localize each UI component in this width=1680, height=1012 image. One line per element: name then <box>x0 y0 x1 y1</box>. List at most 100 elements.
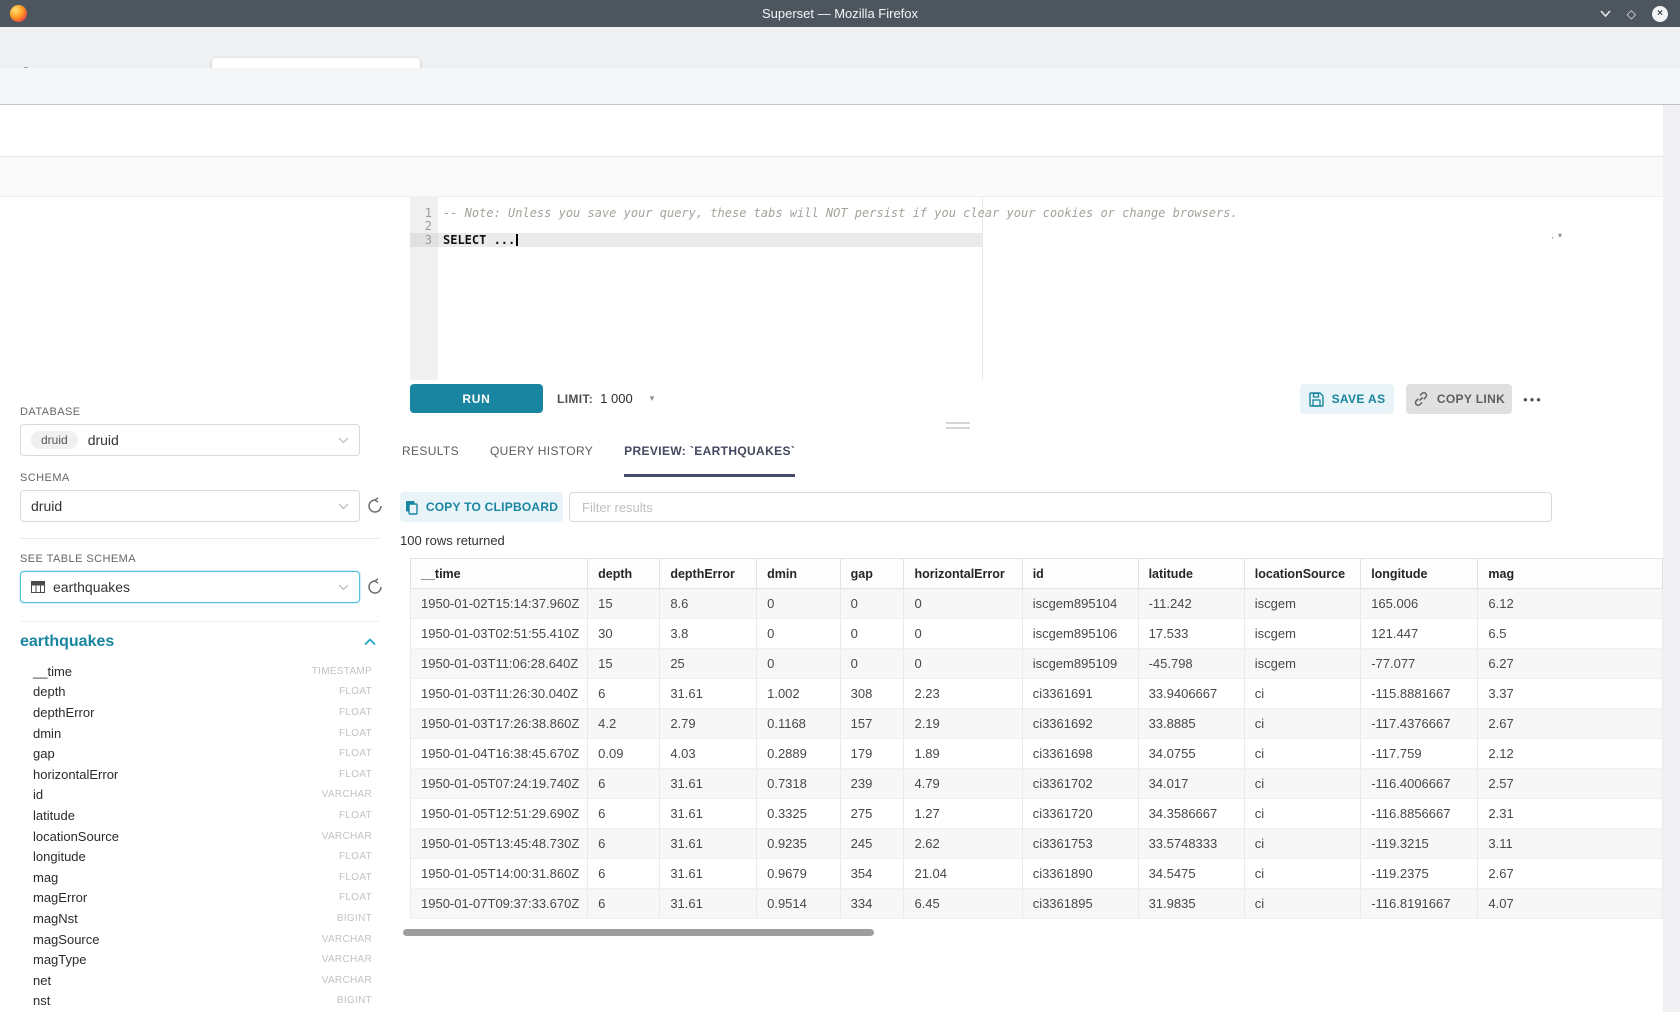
table-cell: 0 <box>757 649 841 679</box>
column-type: FLOAT <box>339 810 372 821</box>
table-row: 1950-01-03T17:26:38.860Z4.22.790.1168157… <box>411 709 1663 739</box>
run-button[interactable]: RUN <box>410 384 543 413</box>
table-cell: 34.0755 <box>1138 739 1244 769</box>
table-cell: -119.2375 <box>1361 859 1478 889</box>
column-type: VARCHAR <box>322 831 372 842</box>
page-scrollbar-track[interactable] <box>1663 105 1680 1012</box>
table-cell: -116.4006667 <box>1361 769 1478 799</box>
table-cell: 33.8885 <box>1138 709 1244 739</box>
tab-results[interactable]: RESULTS <box>402 444 459 477</box>
table-cell: 2.12 <box>1478 739 1663 769</box>
column-type: FLOAT <box>339 872 372 883</box>
results-tab-bar: RESULTS QUERY HISTORY PREVIEW: `EARTHQUA… <box>402 444 795 477</box>
table-cell: iscgem <box>1244 619 1360 649</box>
window-close-icon[interactable]: × <box>1652 6 1668 22</box>
column-header-__time[interactable]: __time <box>411 559 588 589</box>
copy-link-button[interactable]: COPY LINK <box>1406 384 1512 414</box>
table-cell: ci3361691 <box>1022 679 1138 709</box>
table-cell: 8.6 <box>660 589 757 619</box>
table-cell: 6.45 <box>904 889 1022 919</box>
filter-results-input[interactable] <box>569 492 1552 522</box>
window-maximize-icon[interactable]: ◇ <box>1627 7 1636 21</box>
schema-column-row: nst BIGINT <box>20 991 372 1012</box>
column-name: magType <box>33 952 86 967</box>
schema-column-row: magError FLOAT <box>20 888 372 909</box>
link-icon <box>1413 391 1429 407</box>
table-cell: 275 <box>840 799 904 829</box>
tab-preview-earthquakes[interactable]: PREVIEW: `EARTHQUAKES` <box>624 444 795 477</box>
table-schema-heading[interactable]: earthquakes <box>20 633 114 651</box>
column-type: FLOAT <box>339 748 372 759</box>
column-header-latitude[interactable]: latitude <box>1138 559 1244 589</box>
table-cell: 2.67 <box>1478 859 1663 889</box>
table-cell: 3.11 <box>1478 829 1663 859</box>
horizontal-scrollbar-thumb[interactable] <box>403 929 874 936</box>
sql-editor[interactable]: 1 2 3 -- Note: Unless you save your quer… <box>400 197 1552 380</box>
text-cursor <box>516 234 518 246</box>
table-cell: 0.9514 <box>757 889 841 919</box>
table-row: 1950-01-02T15:14:37.960Z158.6000iscgem89… <box>411 589 1663 619</box>
column-header-horizontalError[interactable]: horizontalError <box>904 559 1022 589</box>
results-table: __timedepthdepthErrordmingaphorizontalEr… <box>410 558 1663 919</box>
schema-select[interactable]: druid <box>20 490 360 522</box>
table-cell: 2.23 <box>904 679 1022 709</box>
table-schema-select[interactable]: earthquakes <box>20 571 360 603</box>
table-cell: -11.242 <box>1138 589 1244 619</box>
column-name: gap <box>33 746 55 761</box>
table-cell: 0 <box>904 649 1022 679</box>
pane-resize-handle[interactable] <box>946 422 970 432</box>
table-cell: ci <box>1244 679 1360 709</box>
refresh-schema-icon[interactable] <box>366 497 386 517</box>
limit-dropdown[interactable]: LIMIT: 1 000 ▾ <box>557 384 654 413</box>
column-header-longitude[interactable]: longitude <box>1361 559 1478 589</box>
table-cell: ci <box>1244 769 1360 799</box>
table-cell: 0 <box>757 589 841 619</box>
refresh-table-icon[interactable] <box>366 578 386 598</box>
table-cell: ci3361720 <box>1022 799 1138 829</box>
column-name: dmin <box>33 726 61 741</box>
table-cell: 1.27 <box>904 799 1022 829</box>
table-cell: 1950-01-03T17:26:38.860Z <box>411 709 588 739</box>
window-shade-icon[interactable] <box>1600 10 1611 17</box>
active-line-highlight <box>438 233 982 247</box>
tab-query-history[interactable]: QUERY HISTORY <box>490 444 593 477</box>
column-type: VARCHAR <box>322 954 372 965</box>
column-type: FLOAT <box>339 707 372 718</box>
schema-column-row: latitude FLOAT <box>20 805 372 826</box>
column-header-dmin[interactable]: dmin <box>757 559 841 589</box>
table-cell: -117.759 <box>1361 739 1478 769</box>
table-cell: ci3361698 <box>1022 739 1138 769</box>
column-header-locationSource[interactable]: locationSource <box>1244 559 1360 589</box>
table-cell: 6 <box>588 679 660 709</box>
table-cell: 34.017 <box>1138 769 1244 799</box>
column-header-depth[interactable]: depth <box>588 559 660 589</box>
table-cell: 1950-01-05T14:00:31.860Z <box>411 859 588 889</box>
table-cell: ci <box>1244 859 1360 889</box>
table-cell: 2.79 <box>660 709 757 739</box>
column-header-gap[interactable]: gap <box>840 559 904 589</box>
save-as-button[interactable]: SAVE AS <box>1300 384 1394 414</box>
schema-column-row: dmin FLOAT <box>20 723 372 744</box>
column-header-mag[interactable]: mag <box>1478 559 1663 589</box>
more-actions-button[interactable]: ••• <box>1518 384 1548 414</box>
column-type: VARCHAR <box>322 934 372 945</box>
column-header-depthError[interactable]: depthError <box>660 559 757 589</box>
column-name: horizontalError <box>33 767 118 782</box>
column-type: FLOAT <box>339 728 372 739</box>
copy-to-clipboard-button[interactable]: COPY TO CLIPBOARD <box>400 492 563 522</box>
caret-down-icon: ▾ <box>1558 231 1562 240</box>
column-name: depthError <box>33 705 94 720</box>
table-cell: 34.3586667 <box>1138 799 1244 829</box>
table-cell: 1950-01-03T11:06:28.640Z <box>411 649 588 679</box>
divider <box>20 538 380 539</box>
column-header-id[interactable]: id <box>1022 559 1138 589</box>
column-type: FLOAT <box>339 769 372 780</box>
table-cell: 0 <box>840 649 904 679</box>
table-cell: 2.62 <box>904 829 1022 859</box>
collapse-chevron-up-icon[interactable] <box>364 638 376 646</box>
table-grid-icon <box>31 581 45 593</box>
database-select[interactable]: druid druid <box>20 424 360 456</box>
table-cell: 6 <box>588 799 660 829</box>
print-margin-line <box>982 197 983 380</box>
browser-toolbar: 172.18.0.3:32108/superset/sqllab/ uO <box>0 68 1680 105</box>
